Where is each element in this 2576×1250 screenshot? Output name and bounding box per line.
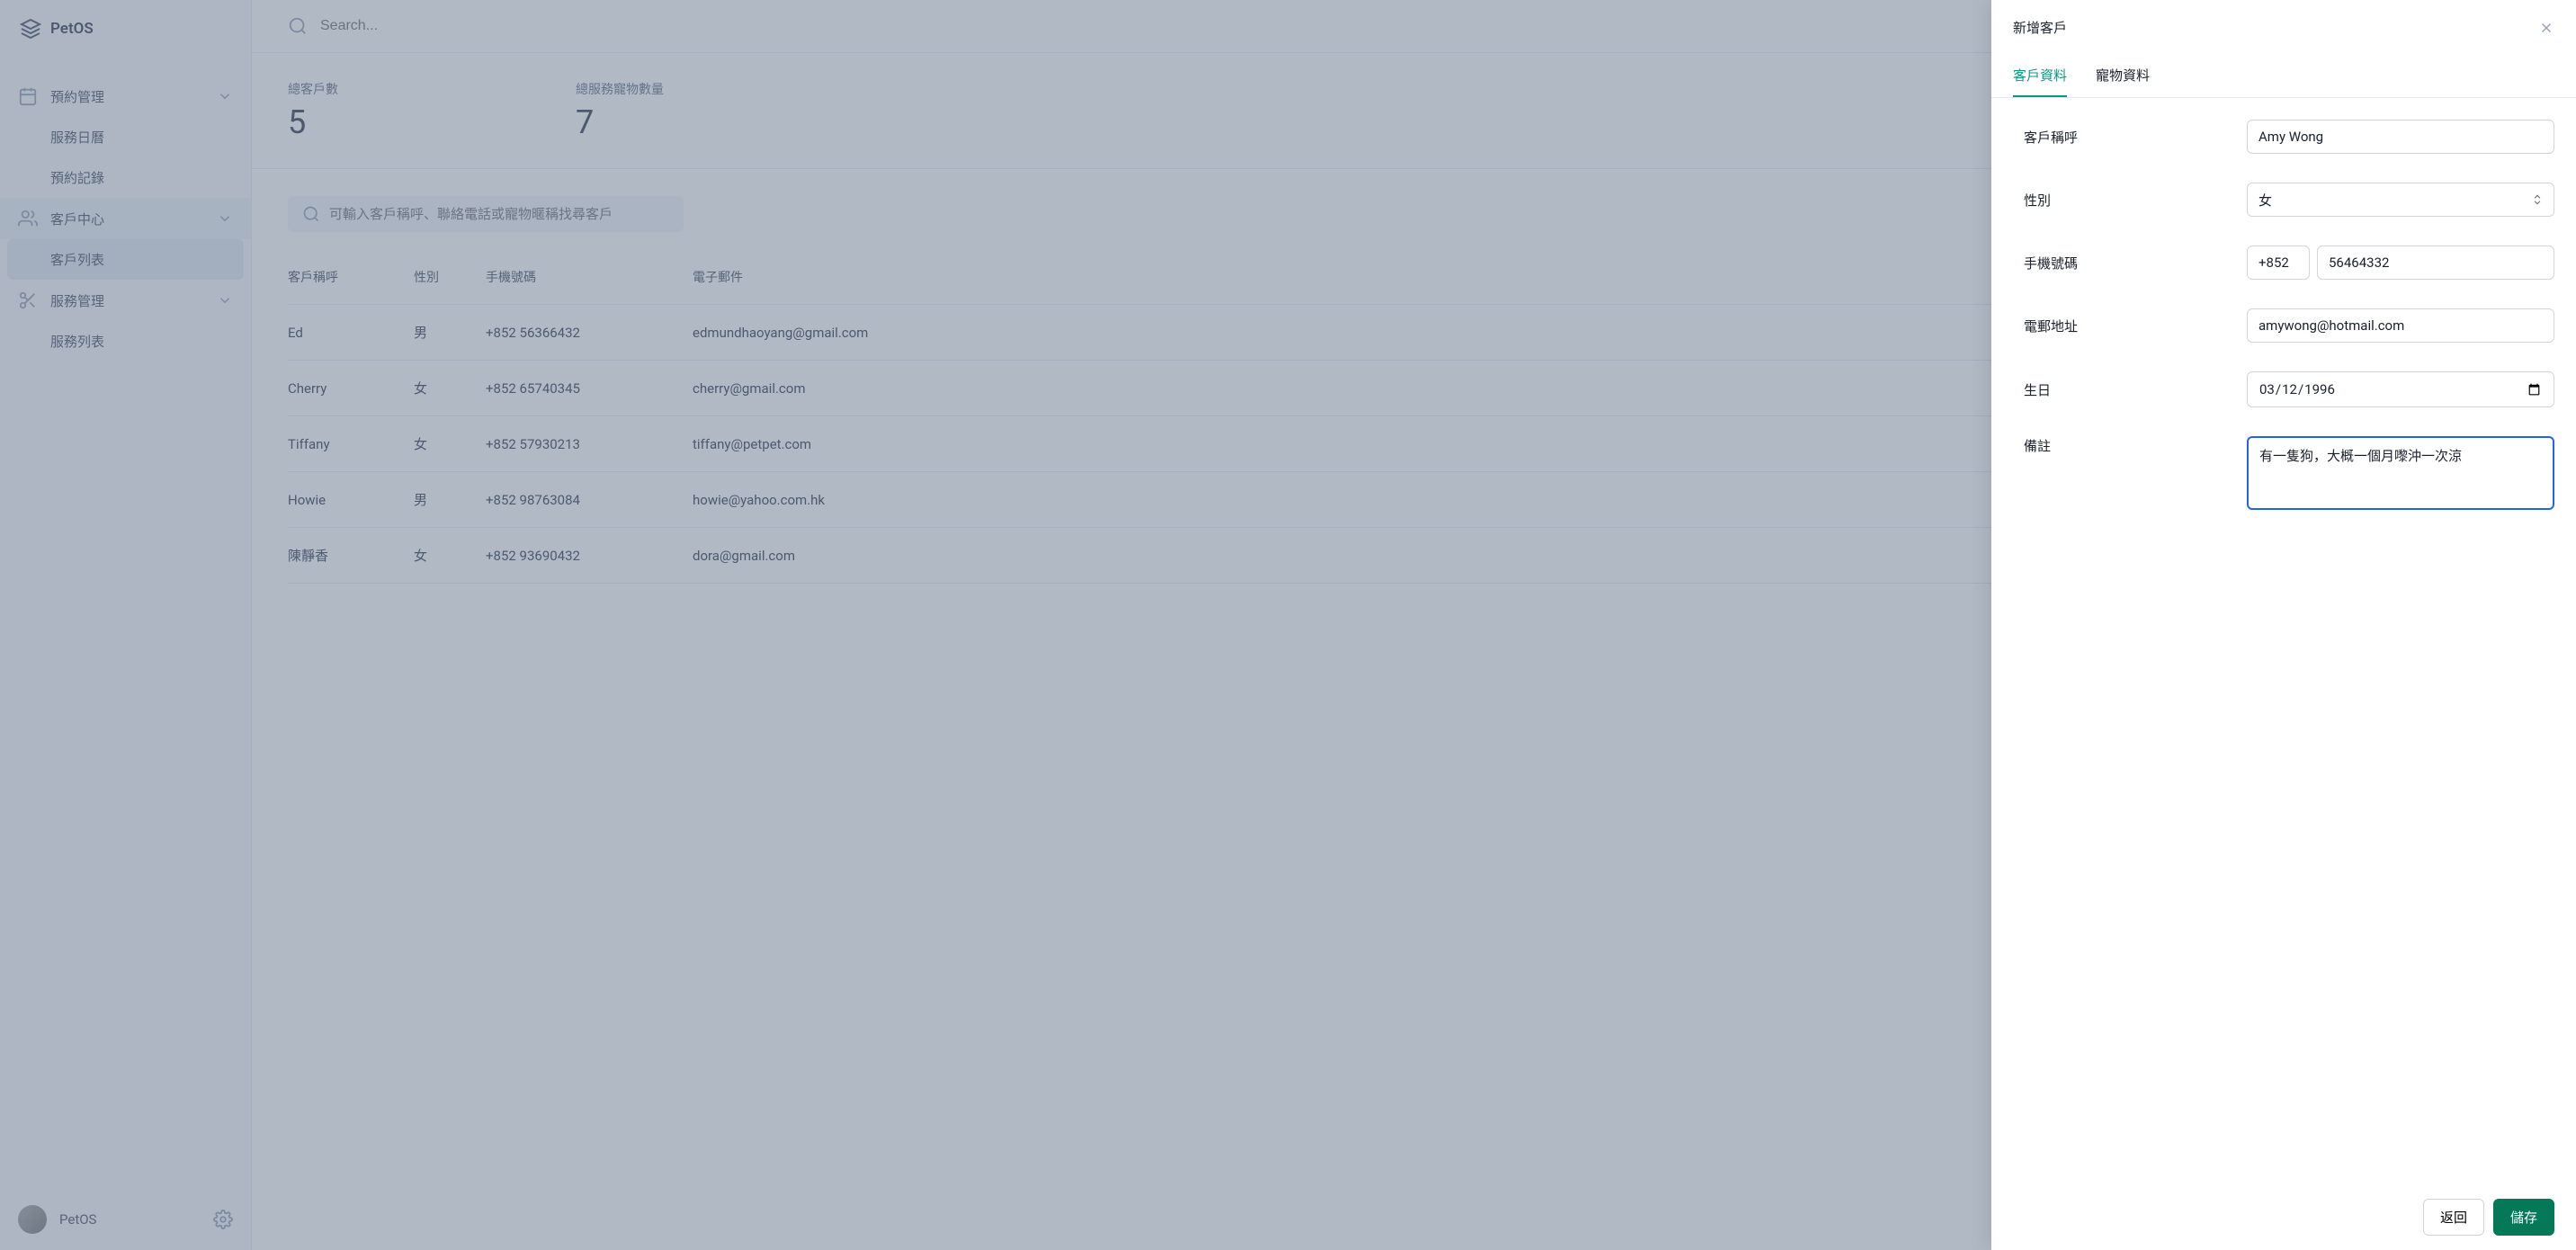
form-row-birthday: 生日 — [2013, 371, 2554, 407]
form-row-notes: 備註 — [2013, 436, 2554, 510]
name-input[interactable] — [2247, 120, 2554, 154]
notes-label: 備註 — [2013, 436, 2229, 455]
form-row-name: 客戶稱呼 — [2013, 120, 2554, 154]
drawer-header: 新增客戶 — [1991, 0, 2576, 55]
email-label: 電郵地址 — [2013, 317, 2229, 335]
tab-pet-info[interactable]: 寵物資料 — [2096, 55, 2150, 97]
phone-input[interactable] — [2317, 246, 2554, 280]
notes-textarea[interactable] — [2247, 436, 2554, 510]
phone-label: 手機號碼 — [2013, 254, 2229, 272]
drawer-tabs: 客戶資料 寵物資料 — [1991, 55, 2576, 98]
drawer-title: 新增客戶 — [2013, 18, 2067, 37]
form-row-phone: 手機號碼 — [2013, 246, 2554, 280]
phone-prefix-input[interactable] — [2247, 246, 2310, 280]
save-button[interactable]: 儲存 — [2493, 1199, 2554, 1236]
back-button[interactable]: 返回 — [2423, 1199, 2484, 1236]
form-row-email: 電郵地址 — [2013, 308, 2554, 343]
add-customer-drawer: 新增客戶 客戶資料 寵物資料 客戶稱呼 性別 — [1991, 0, 2576, 1250]
birthday-input[interactable] — [2247, 371, 2554, 407]
name-label: 客戶稱呼 — [2013, 128, 2229, 147]
form-row-gender: 性別 — [2013, 183, 2554, 217]
email-input[interactable] — [2247, 308, 2554, 343]
gender-label: 性別 — [2013, 191, 2229, 210]
gender-select[interactable] — [2247, 183, 2554, 217]
birthday-label: 生日 — [2013, 380, 2229, 399]
close-icon[interactable] — [2538, 20, 2554, 36]
drawer-footer: 返回 儲存 — [1991, 1184, 2576, 1250]
tab-customer-info[interactable]: 客戶資料 — [2013, 55, 2067, 97]
drawer-body: 客戶稱呼 性別 手機號碼 — [1991, 98, 2576, 1184]
